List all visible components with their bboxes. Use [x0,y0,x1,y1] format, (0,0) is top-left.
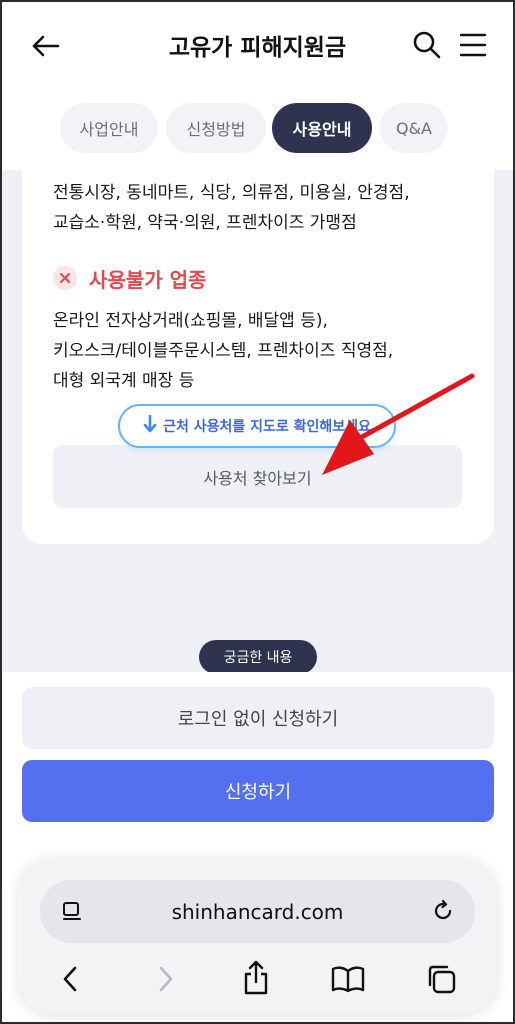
search-icon[interactable] [412,30,442,60]
find-stores-button[interactable]: 사용처 찾아보기 [53,445,462,508]
browser-back-icon[interactable] [56,963,84,995]
unavailable-title: 사용불가 업종 [89,267,207,292]
close-circle-icon [53,266,77,290]
tab-business-info[interactable]: 사업안내 [60,103,158,153]
down-arrow-icon [143,414,157,437]
available-line: 전통시장, 동네마트, 식당, 의류점, 미용실, 안경점, [53,183,410,203]
unavailable-line: 대형 외국계 매장 등 [53,371,195,391]
unavailable-line: 온라인 전자상거래(쇼핑몰, 배달앱 등), [53,311,328,331]
bookmarks-icon[interactable] [330,963,366,995]
map-tooltip: 근처 사용처를 지도로 확인해보세요 [118,404,396,448]
tab-qna[interactable]: Q&A [380,103,448,153]
url-text[interactable]: shinhancard.com [40,880,475,943]
apply-button[interactable]: 신청하기 [22,760,494,822]
apply-without-login-button[interactable]: 로그인 없이 신청하기 [22,687,494,749]
reload-icon[interactable] [430,898,456,924]
browser-forward-icon[interactable] [152,963,180,995]
tab-usage-guide[interactable]: 사용안내 [272,103,372,153]
tooltip-text: 근처 사용처를 지도로 확인해보세요 [163,419,371,435]
hamburger-menu-icon[interactable] [458,30,488,60]
unavailable-businesses-text: 온라인 전자상거래(쇼핑몰, 배달앱 등), 키오스크/테이블주문시스템, 프렌… [53,306,393,396]
tab-bar: 사업안내 신청방법 사용안내 Q&A [0,90,515,170]
available-line: 교습소·학원, 약국·의원, 프렌차이즈 가맹점 [53,213,357,233]
unavailable-line: 키오스크/테이블주문시스템, 프렌차이즈 직영점, [53,341,394,361]
tab-how-to-apply[interactable]: 신청방법 [166,103,266,153]
faq-chip[interactable]: 궁금한 내용 [199,640,317,674]
unavailable-heading: 사용불가 업종 [53,262,206,294]
header: 고유가 피해지원금 [0,0,515,90]
share-icon[interactable] [240,958,272,998]
tabs-icon[interactable] [424,962,458,996]
available-businesses-text: 전통시장, 동네마트, 식당, 의류점, 미용실, 안경점, 교습소·학원, 약… [53,178,410,238]
